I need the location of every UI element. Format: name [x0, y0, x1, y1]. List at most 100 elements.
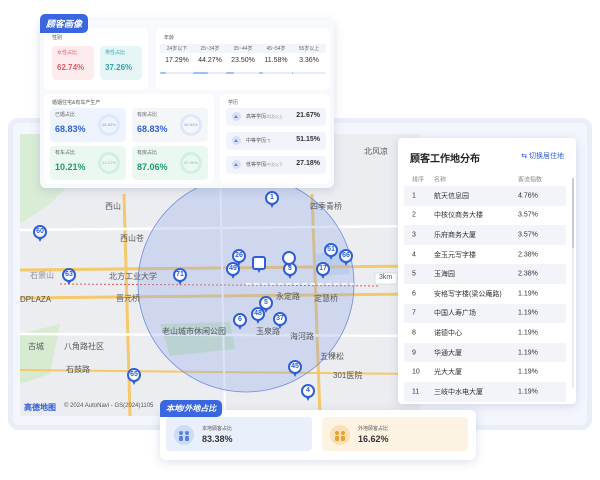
place-name: 华通大厦 [434, 349, 462, 357]
flow-index: 3.57% [518, 231, 538, 239]
place-name: 中国人寿广场 [434, 310, 476, 318]
edu-sub: 高中及以下 [263, 162, 283, 167]
age-label: 35~44岁 [226, 44, 260, 53]
stat-value: 62.74% [57, 63, 85, 72]
rank: 11 [412, 388, 420, 396]
graduation-cap-icon [232, 160, 241, 169]
map-marker[interactable]: 37 [273, 312, 287, 329]
gender-card: 性别 女性占比 62.74% 男性占比 37.26% [44, 28, 148, 90]
edu-value: 27.18% [296, 160, 320, 167]
place-name: 金玉元写字楼 [434, 251, 476, 259]
map-marker[interactable]: 17 [316, 262, 330, 279]
map-marker[interactable]: 51 [324, 243, 338, 260]
customer-portrait-panel: 性别 女性占比 62.74% 男性占比 37.26% 年龄 24岁以下 17.29… [40, 20, 334, 188]
age-group: 45~54岁 11.58% [259, 44, 293, 74]
map-poi-icon[interactable] [282, 251, 296, 268]
outside-label: 外地顾客占比 [358, 426, 389, 432]
graduation-cap-icon [232, 112, 241, 121]
map-marker[interactable]: 26 [232, 249, 246, 266]
education-card: 学历 高等学历 本科及以上 21.67% 中等学历 大专 51.15% 低等学历 高中及以… [220, 94, 330, 184]
local-customer-card: 本地顾客占比 83.38% [166, 417, 312, 451]
place-label: 八角路社区 [64, 342, 104, 351]
progress-ring: 68.83% [180, 114, 202, 136]
map-brand-logo: 高德地图 [24, 403, 56, 412]
age-label: 55岁以上 [292, 44, 326, 53]
map-marker[interactable]: 4 [301, 384, 315, 401]
stat-value: 37.26% [105, 63, 133, 72]
age-bar-fill [226, 72, 235, 74]
table-row[interactable]: 5 玉海园 2.38% [404, 264, 566, 284]
switch-residence-button[interactable]: ⇆ 切换居住地 [521, 151, 564, 161]
scrollbar-thumb[interactable] [572, 178, 574, 248]
rank: 9 [412, 349, 416, 357]
table-row[interactable]: 3 乐府商务大厦 3.57% [404, 225, 566, 245]
map-marker[interactable]: 63 [62, 268, 76, 285]
flow-index: 4.76% [518, 192, 538, 200]
age-label: 25~34岁 [193, 44, 227, 53]
place-name: 乐府商务大厦 [434, 231, 476, 239]
education-row: 中等学历 大专 51.15% [226, 132, 326, 150]
place-name: 玉海园 [434, 271, 455, 279]
table-row[interactable]: 11 三岐中水电大厦 1.19% [404, 381, 566, 402]
place-name: 航天信息园 [434, 192, 469, 200]
place-name: 三岐中水电大厦 [434, 388, 483, 396]
map-marker[interactable]: 71 [173, 268, 187, 285]
place-label: 定慧桥 [314, 294, 338, 303]
age-value: 17.29% [165, 57, 189, 64]
ranking-table: 排序 名称 客流指数 1 航天信息园 4.76% 2 中核仪商务大楼 3.57% 3 乐府… [404, 172, 566, 402]
map-marker[interactable]: 48 [251, 307, 265, 324]
graduation-cap-icon [232, 136, 241, 145]
local-ratio-panel: 本地顾客占比 83.38% 外地顾客占比 16.62% [160, 410, 476, 460]
customer-portrait-badge: 顾客画像 [40, 14, 89, 33]
map-marker[interactable]: 45 [288, 360, 302, 377]
age-bar-fill [259, 72, 264, 74]
map-marker[interactable]: 65 [127, 368, 141, 385]
table-row[interactable]: 10 光大大厦 1.19% [404, 362, 566, 382]
table-row[interactable]: 2 中核仪商务大楼 3.57% [404, 206, 566, 226]
outside-customer-card: 外地顾客占比 16.62% [322, 417, 468, 451]
flow-index: 1.19% [518, 290, 538, 298]
table-scrollbar[interactable] [572, 178, 574, 388]
place-label: 古城 [28, 342, 44, 351]
switch-residence-label: 切换居住地 [529, 153, 564, 160]
table-row[interactable]: 4 金玉元写字楼 2.38% [404, 245, 566, 265]
section-title: 年龄 [164, 35, 175, 41]
edu-value: 51.15% [296, 136, 320, 143]
table-row[interactable]: 8 诺德中心 1.19% [404, 323, 566, 343]
table-row[interactable]: 9 华通大厦 1.19% [404, 342, 566, 363]
map-marker[interactable]: 6 [233, 313, 247, 330]
map-marker[interactable]: 1 [265, 191, 279, 208]
place-label: DPLAZA [20, 295, 52, 304]
place-label: 老山城市休闲公园 [162, 327, 226, 336]
place-name: 安格写字楼(梁公庵路) [434, 290, 502, 298]
map-poi-icon[interactable] [252, 256, 266, 273]
house-ratio-2: 有房占比 87.06% 87.06% [132, 146, 208, 180]
rank: 2 [412, 211, 416, 219]
map-marker[interactable]: 49 [226, 262, 240, 279]
table-row[interactable]: 7 中国人寿广场 1.19% [404, 303, 566, 324]
table-row[interactable]: 1 航天信息园 4.76% [404, 186, 566, 206]
age-bar-fill [160, 72, 166, 74]
age-group: 55岁以上 3.36% [292, 44, 326, 74]
table-row[interactable]: 6 安格写字楼(梁公庵路) 1.19% [404, 284, 566, 304]
progress-ring: 10.21% [98, 152, 120, 174]
age-value: 11.58% [264, 57, 288, 64]
rank: 1 [412, 192, 416, 200]
assets-card: 婚姻住宅&有车产生产 已婚占比 68.83% 68.83% 有房占比 68.83… [44, 94, 214, 184]
map-marker[interactable]: 60 [33, 225, 47, 242]
rank: 5 [412, 270, 416, 278]
rank: 8 [412, 329, 416, 337]
place-label: 石鼓路 [66, 365, 90, 374]
age-label: 45~54岁 [259, 44, 293, 53]
outside-value: 16.62% [358, 434, 389, 444]
edu-sub: 大专 [263, 138, 271, 143]
map-marker[interactable]: 66 [339, 249, 353, 266]
flow-index: 1.19% [518, 388, 538, 396]
flow-index: 2.38% [518, 270, 538, 278]
local-ratio-badge: 本地/外地占比 [160, 400, 223, 417]
place-name: 诺德中心 [434, 329, 462, 337]
education-row: 高等学历 本科及以上 21.67% [226, 108, 326, 126]
map-copyright: © 2024 AutoNavi - GS(2024)1105 [64, 403, 154, 409]
flow-index: 3.57% [518, 211, 538, 219]
column-header: 排序 [412, 177, 425, 184]
